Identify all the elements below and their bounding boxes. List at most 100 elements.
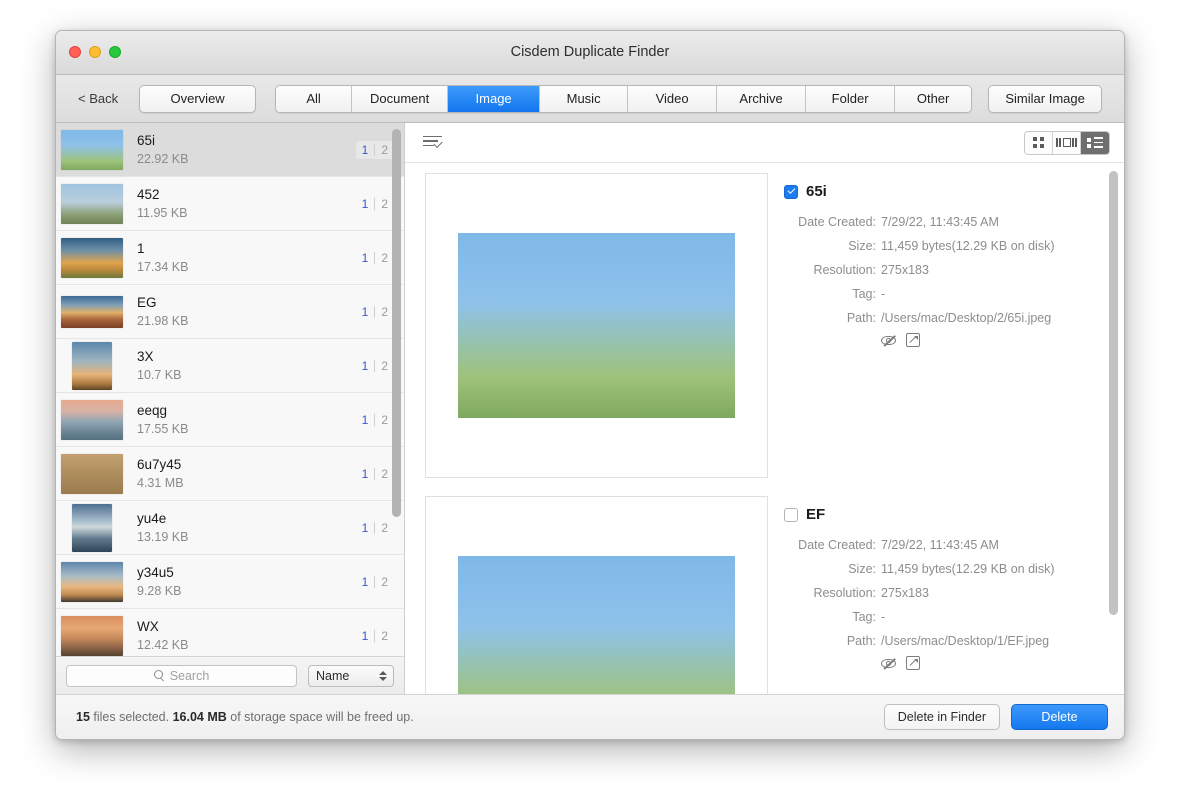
body-split: 65i 22.92 KB 1 2 452 11.95 KB 1 2 1 17.34 KB 1 2 EG 2… [56, 123, 1124, 694]
info-value: 275x183 [881, 585, 929, 600]
image-preview[interactable] [425, 173, 768, 478]
tab-document[interactable]: Document [352, 85, 449, 112]
file-thumbnail [61, 399, 123, 441]
tab-music[interactable]: Music [540, 85, 629, 112]
search-input[interactable]: Search [66, 664, 297, 687]
selected-count: 1 [361, 520, 369, 535]
cover-flow-icon [1056, 138, 1077, 147]
file-thumbnail [61, 341, 123, 390]
preview-image [458, 556, 735, 694]
duplicate-count-badge: 12 [356, 411, 394, 429]
file-thumbnail [61, 453, 123, 495]
file-list-item[interactable]: y34u5 9.28 KB 1 2 [56, 555, 404, 609]
open-external-icon[interactable] [906, 333, 920, 348]
selected-count: 1 [361, 358, 369, 373]
delete-button[interactable]: Delete [1011, 704, 1108, 730]
info-value: 11,459 bytes(12.29 KB on disk) [881, 561, 1055, 576]
tab-image[interactable]: Image [448, 85, 541, 112]
open-external-icon[interactable] [906, 656, 920, 671]
file-size: 12.42 KB [137, 638, 189, 652]
file-name: 65i [137, 133, 156, 148]
info-label: Date Created: [798, 215, 876, 229]
info-row-file-size: Size: 11,459 bytes(12.29 KB on disk) [784, 238, 1102, 255]
file-name: 3X [137, 349, 154, 364]
file-list-item[interactable]: 1 17.34 KB 1 2 [56, 231, 404, 285]
window-title: Cisdem Duplicate Finder [510, 44, 670, 60]
duplicate-list[interactable]: 65i Date Created: 7/29/22, 11:43:45 AM Size… [405, 163, 1124, 694]
eye-slash-icon[interactable] [881, 333, 897, 347]
tab-folder[interactable]: Folder [806, 85, 896, 112]
file-thumbnail [61, 561, 123, 603]
file-list-item[interactable]: eeqg 17.55 KB 1 2 [56, 393, 404, 447]
detail-header [405, 123, 1124, 163]
file-thumbnail [61, 237, 123, 279]
selected-count: 1 [361, 142, 369, 157]
sidebar: 65i 22.92 KB 1 2 452 11.95 KB 1 2 1 17.34 KB 1 2 EG 2… [56, 123, 405, 694]
duplicate-checkbox[interactable] [784, 507, 798, 522]
file-size: 10.7 KB [137, 368, 182, 382]
duplicate-count-badge: 12 [356, 249, 394, 267]
tab-video[interactable]: Video [628, 85, 718, 112]
info-value: - [881, 286, 886, 301]
file-thumbnail [61, 615, 123, 657]
file-list-item[interactable]: WX 12.42 KB 1 2 [56, 609, 404, 656]
duplicate-count-badge: 12 [356, 303, 394, 321]
category-tabs: All Document Image Music Video Archive F… [275, 84, 973, 113]
selected-count: 1 [361, 412, 369, 427]
file-list-item[interactable]: 6u7y45 4.31 MB 1 2 [56, 447, 404, 501]
info-row-resolution: Resolution: 275x183 [784, 585, 1102, 602]
selected-count: 1 [361, 466, 369, 481]
info-row-path: Path: /Users/mac/Desktop/1/EF.jpeg [784, 633, 1102, 650]
sidebar-scrollbar[interactable] [392, 129, 401, 517]
file-name: 452 [137, 187, 160, 202]
status-text: 15 files selected. 16.04 MB of storage s… [76, 710, 414, 724]
file-list-item[interactable]: 65i 22.92 KB 1 2 [56, 123, 404, 177]
file-list[interactable]: 65i 22.92 KB 1 2 452 11.95 KB 1 2 1 17.34 KB 1 2 EG 2… [56, 123, 404, 656]
file-size: 11.95 KB [137, 206, 188, 220]
cover-flow-view-button[interactable] [1053, 131, 1081, 154]
tab-archive[interactable]: Archive [717, 85, 807, 112]
list-view-button[interactable] [1081, 131, 1109, 154]
file-list-item[interactable]: 3X 10.7 KB 1 2 [56, 339, 404, 393]
info-value: /Users/mac/Desktop/2/65i.jpeg [881, 310, 1052, 325]
image-preview[interactable] [425, 496, 768, 694]
info-value: 275x183 [881, 262, 929, 277]
info-value: - [881, 609, 886, 624]
grid-view-button[interactable] [1025, 131, 1053, 154]
sort-select[interactable]: Name [308, 664, 394, 687]
info-row-date-created: Date Created: 7/29/22, 11:43:45 AM [784, 214, 1102, 231]
info-value: 7/29/22, 11:43:45 AM [881, 538, 999, 552]
file-name: 6u7y45 [137, 457, 182, 472]
selected-count: 1 [361, 304, 369, 319]
select-all-icon[interactable] [423, 135, 443, 151]
file-size: 13.19 KB [137, 530, 189, 544]
duplicate-checkbox[interactable] [784, 184, 798, 199]
tab-other[interactable]: Other [895, 85, 972, 112]
info-value: 7/29/22, 11:43:45 AM [881, 215, 999, 229]
tab-all[interactable]: All [276, 85, 353, 112]
selected-count: 1 [361, 628, 369, 643]
file-list-item[interactable]: 452 11.95 KB 1 2 [56, 177, 404, 231]
stepper-icon[interactable] [377, 668, 389, 684]
detail-scrollbar[interactable] [1109, 171, 1118, 615]
duplicate-count-badge: 12 [356, 465, 394, 483]
total-count: 2 [381, 520, 388, 535]
duplicate-count-badge: 12 [356, 357, 394, 375]
duplicate-actions [784, 656, 1108, 671]
duplicate-count-badge: 12 [355, 140, 394, 159]
duplicate-entry: EF Date Created: 7/29/22, 11:43:45 AM Size:… [425, 496, 1108, 694]
list-icon [1087, 137, 1103, 148]
similar-image-button[interactable]: Similar Image [988, 84, 1103, 113]
file-list-item[interactable]: EG 21.98 KB 1 2 [56, 285, 404, 339]
delete-in-finder-button[interactable]: Delete in Finder [883, 704, 1000, 730]
info-row-file-size: Size: 11,459 bytes(12.29 KB on disk) [784, 561, 1102, 578]
eye-slash-icon[interactable] [881, 656, 897, 670]
back-button[interactable]: < Back [70, 87, 126, 110]
info-row-tag: Tag: - [784, 286, 1102, 303]
file-thumbnail [61, 129, 123, 171]
info-row-resolution: Resolution: 275x183 [784, 262, 1102, 279]
info-label: Size: [848, 561, 876, 576]
file-list-item[interactable]: yu4e 13.19 KB 1 2 [56, 501, 404, 555]
file-name: EG [137, 295, 157, 310]
overview-button[interactable]: Overview [139, 84, 257, 113]
